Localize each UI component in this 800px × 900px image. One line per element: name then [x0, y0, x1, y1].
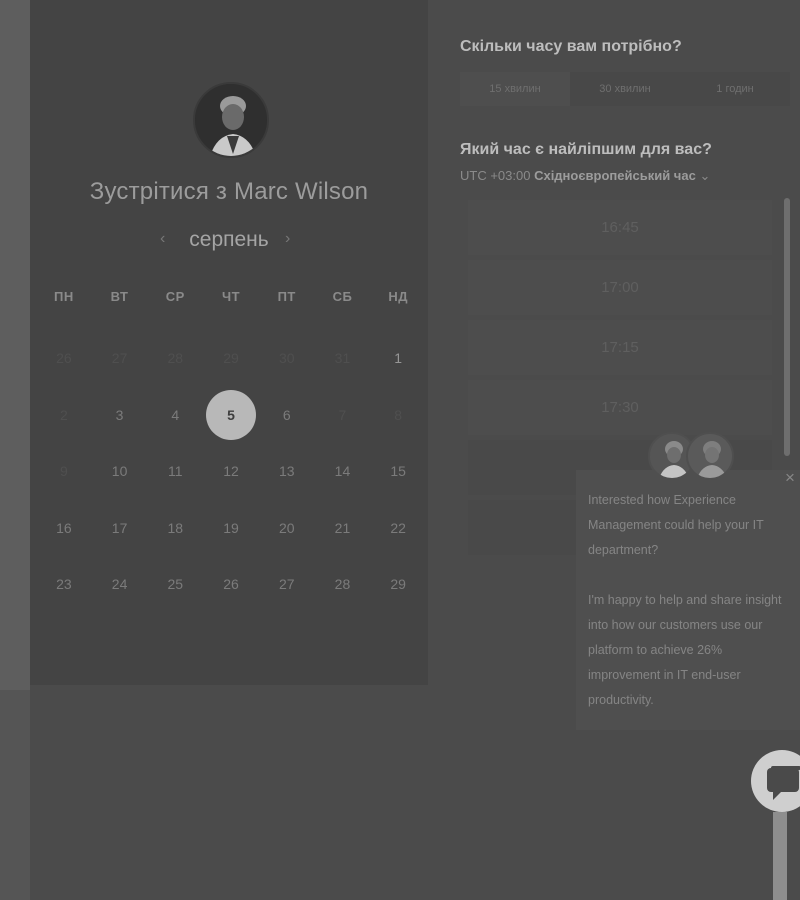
calendar-day[interactable]: 25: [147, 559, 203, 609]
close-icon[interactable]: ×: [785, 468, 795, 488]
duration-options: 15 хвилин 30 хвилин 1 годин: [460, 72, 790, 106]
calendar-day[interactable]: 3: [92, 390, 148, 440]
calendar-day[interactable]: 18: [147, 503, 203, 553]
calendar-day[interactable]: 13: [259, 446, 315, 496]
calendar-day[interactable]: 19: [203, 503, 259, 553]
calendar-day: 28: [167, 350, 184, 367]
chat-bubble-icon: [767, 766, 800, 800]
timezone-selector[interactable]: UTC +03:00 Східноєвропейський час ⌄: [460, 168, 710, 184]
calendar-day[interactable]: 12: [203, 446, 259, 496]
popup-avatars: [648, 432, 738, 486]
weekday-tue: ВТ: [110, 289, 129, 304]
duration-60-button[interactable]: 1 годин: [680, 72, 790, 106]
page-title: Зустрітися з Marc Wilson: [89, 178, 369, 205]
time-slot[interactable]: 16:45: [468, 200, 772, 255]
calendar-day[interactable]: 10: [92, 446, 148, 496]
calendar-day: 30: [278, 350, 295, 367]
time-question: Який час є найліпшим для вас?: [460, 141, 712, 158]
timezone-name: Східноєвропейський час: [534, 168, 696, 183]
calendar-day[interactable]: 6: [259, 390, 315, 440]
left-background-strip: [0, 0, 30, 900]
weekday-fri: ПТ: [277, 289, 296, 304]
calendar-day[interactable]: 16: [36, 503, 92, 553]
calendar-week: 2 3 4 5 6 7 8: [36, 387, 426, 444]
slots-scrollbar[interactable]: [784, 198, 790, 456]
duration-15-button[interactable]: 15 хвилин: [460, 72, 570, 106]
left-strip-lower: [0, 690, 30, 900]
selected-day-label: 5: [206, 389, 257, 440]
chevron-right-icon[interactable]: ›: [285, 230, 290, 248]
month-navigation: ‹ серпень ›: [30, 226, 428, 256]
chat-launcher-stem: [773, 812, 787, 900]
weekday-sat: СБ: [332, 289, 353, 304]
calendar-day: 29: [223, 350, 239, 367]
time-slot[interactable]: 17:00: [468, 260, 772, 315]
calendar-week: 9 10 11 12 13 14 15: [36, 443, 426, 500]
agent-avatar: [686, 432, 734, 480]
timezone-offset: UTC +03:00: [460, 168, 531, 183]
person-icon: [688, 434, 732, 478]
weekday-mon: ПН: [53, 289, 74, 304]
calendar-day[interactable]: 1: [370, 333, 426, 383]
calendar-day[interactable]: 14: [315, 446, 371, 496]
calendar-week: 26 27 28 29 30 31 1: [36, 330, 426, 387]
calendar-day: 2: [59, 406, 68, 423]
calendar-day: 8: [394, 406, 403, 423]
calendar-day[interactable]: 15: [370, 446, 426, 496]
calendar-day[interactable]: 11: [147, 446, 203, 496]
calendar-day[interactable]: 26: [203, 559, 259, 609]
calendar-day: 27: [111, 350, 128, 367]
popup-message: Interested how Experience Management cou…: [588, 488, 794, 713]
time-slot[interactable]: 17:15: [468, 320, 772, 375]
calendar-day[interactable]: 23: [36, 559, 92, 609]
weekday-wed: СР: [165, 289, 185, 304]
calendar-grid: 26 27 28 29 30 31 1 2 3 4 5 6 7 8 9 10 1…: [36, 330, 426, 613]
chat-button[interactable]: [751, 750, 800, 812]
calendar-day-selected[interactable]: 5: [203, 389, 259, 440]
weekday-thu: ЧТ: [221, 289, 241, 304]
calendar-week: 23 24 25 26 27 28 29: [36, 556, 426, 613]
calendar-day[interactable]: 22: [370, 503, 426, 553]
calendar-day[interactable]: 21: [315, 503, 371, 553]
calendar-day[interactable]: 20: [259, 503, 315, 553]
duration-30-button[interactable]: 30 хвилин: [570, 72, 680, 106]
calendar-day: 31: [334, 350, 351, 367]
calendar-day[interactable]: 28: [315, 559, 371, 609]
calendar-day[interactable]: 17: [92, 503, 148, 553]
time-slot[interactable]: 17:30: [468, 380, 772, 435]
popup-paragraph: Interested how Experience Management cou…: [588, 493, 764, 557]
popup-paragraph: I'm happy to help and share insight into…: [588, 593, 782, 707]
calendar-day: 7: [338, 406, 347, 423]
calendar-week: 16 17 18 19 20 21 22: [36, 500, 426, 557]
calendar-day[interactable]: 24: [92, 559, 148, 609]
calendar-day[interactable]: 27: [259, 559, 315, 609]
calendar-day[interactable]: 4: [147, 390, 203, 440]
month-label: серпень: [189, 228, 269, 251]
chevron-down-icon: ⌄: [699, 168, 711, 183]
calendar-day[interactable]: 29: [370, 559, 426, 609]
host-avatar: [193, 82, 269, 158]
calendar-day: 26: [56, 350, 72, 367]
weekday-header: ПН ВТ СР ЧТ ПТ СБ НД: [36, 289, 426, 304]
weekday-sun: НД: [388, 289, 408, 304]
calendar-day: 9: [59, 463, 68, 480]
duration-question: Скільки часу вам потрібно?: [460, 38, 682, 55]
